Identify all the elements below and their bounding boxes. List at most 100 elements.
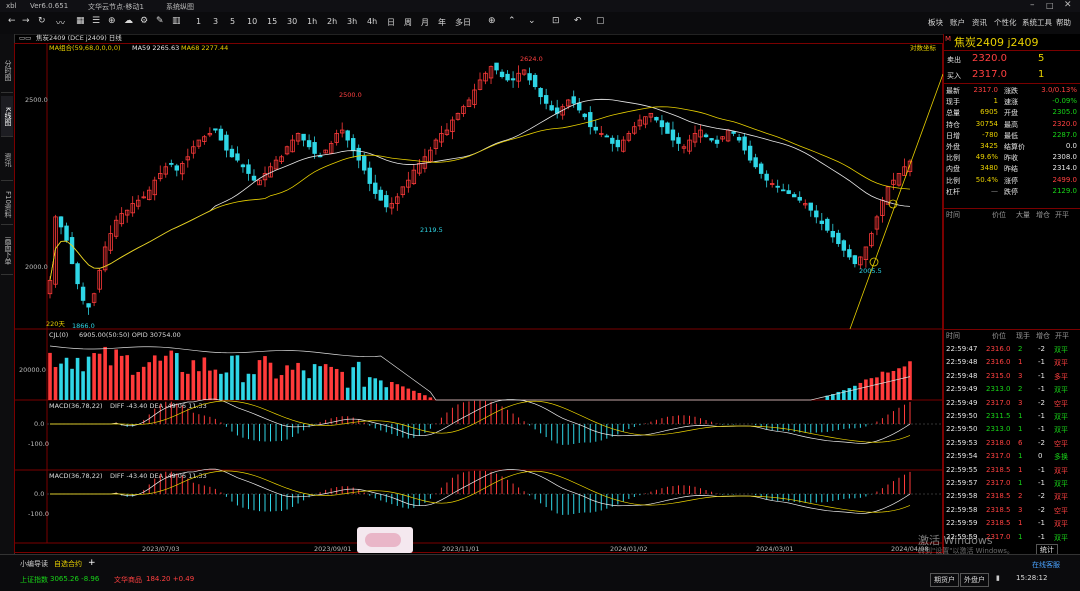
candle-body [312, 142, 317, 154]
tick-qty: 2 [1018, 492, 1023, 501]
ma59-line [49, 98, 911, 281]
macd1-y-neg100: -100.0 [28, 440, 49, 448]
period-7[interactable]: 2h [327, 17, 337, 26]
ma-combo-label[interactable]: MA组合(59,68,0,0,0,0) [49, 43, 121, 52]
quote-label2-3: 最高 [1004, 120, 1018, 129]
candle-body [836, 232, 841, 245]
tab-watchlist[interactable]: 自选合约 [54, 559, 82, 569]
tick-price: 2317.0 [986, 479, 1011, 487]
period-5[interactable]: 30 [287, 17, 297, 26]
period-0[interactable]: 1 [196, 17, 201, 26]
macd1-header: MACD(36,78,22) [49, 402, 103, 410]
candle-body [64, 225, 69, 241]
collapse-icon[interactable]: ⌃ [508, 16, 516, 26]
left-tab-2[interactable]: 资讯 [1, 140, 13, 181]
menu-item-2[interactable]: 资讯 [972, 17, 987, 28]
settings-icon[interactable]: ⚙ [140, 16, 148, 26]
lock-icon[interactable]: ⊡ [552, 16, 560, 26]
candle-body [577, 102, 582, 111]
quote-label2-6: 昨收 [1004, 154, 1018, 163]
period-13[interactable]: 年 [438, 17, 446, 28]
left-tab-1[interactable]: K线图 [1, 96, 13, 137]
refresh-icon[interactable]: ↻ [38, 16, 46, 26]
tick-qty: 1 [1018, 452, 1023, 461]
menu-item-4[interactable]: 系统工具 [1022, 17, 1052, 28]
floating-widget[interactable] [357, 527, 413, 553]
undo-icon[interactable]: ↶ [574, 16, 582, 26]
left-tab-3[interactable]: F10资料 [1, 184, 13, 225]
wh-index-label[interactable]: 文华商品 [114, 575, 142, 585]
quote-divider [944, 50, 1080, 51]
period-9[interactable]: 4h [367, 17, 377, 26]
tick-price: 2317.0 [986, 452, 1011, 461]
tab-reader[interactable]: 小编导读 [20, 559, 48, 569]
quote-value2-4: 2287.0 [1052, 130, 1078, 139]
zoom-in-icon[interactable]: ⊕ [488, 16, 496, 26]
add-tab-button[interactable]: + [88, 558, 96, 568]
period-8[interactable]: 3h [347, 17, 357, 26]
grid-icon[interactable]: ▦ [76, 16, 85, 26]
volume-header: CJL(0) [49, 331, 68, 339]
minimize-icon[interactable]: – [1030, 0, 1035, 10]
close-icon[interactable]: ✕ [1064, 0, 1072, 10]
quote-value2-8: 2499.0 [1052, 175, 1078, 184]
quote-value-9: — [991, 186, 998, 195]
back-icon[interactable]: ← [8, 16, 16, 26]
chart-toolbar-icons[interactable]: ▭▭ [19, 34, 31, 42]
candle-body [174, 165, 179, 171]
futures-account-button[interactable]: 期货户 [930, 573, 959, 587]
overseas-account-button[interactable]: 外盘户 [960, 573, 989, 587]
chart-line-icon[interactable]: 〰 [56, 16, 65, 29]
tick-price: 2318.5 [986, 505, 1011, 514]
chart-area[interactable]: ▭▭ 焦炭2409 (DCE j2409) 日线MA组合(59,68,0,0,0,… [14, 34, 943, 554]
menu-item-0[interactable]: 板块 [928, 17, 943, 28]
sell-price[interactable]: 2320.0 [972, 53, 1007, 64]
left-tab-4[interactable]: 画面下单 [1, 228, 13, 275]
volume-bar [268, 362, 273, 400]
candle-body [665, 122, 670, 134]
period-6[interactable]: 1h [307, 17, 317, 26]
indicator-icon[interactable]: ⊕ [108, 16, 116, 26]
draw-icon[interactable]: ✎ [156, 16, 164, 26]
period-10[interactable]: 日 [387, 17, 395, 28]
cloud-icon[interactable]: ☁ [124, 16, 133, 26]
quote-label-6: 比例 [946, 154, 960, 163]
log-scale-toggle[interactable]: 对数坐标 [910, 43, 937, 52]
period-11[interactable]: 周 [404, 17, 412, 28]
menu-item-5[interactable]: 帮助 [1056, 17, 1071, 28]
period-1[interactable]: 3 [213, 17, 218, 26]
volume-bar [329, 366, 333, 400]
period-3[interactable]: 10 [247, 17, 257, 26]
candle-body [505, 73, 510, 81]
period-14[interactable]: 多日 [455, 17, 471, 28]
sh-index-label[interactable]: 上证指数 [20, 575, 48, 585]
online-service-link[interactable]: 在线客服 [1032, 560, 1060, 570]
tick-header2-4: 开平 [1055, 332, 1069, 340]
candle-body [213, 128, 218, 131]
menu-item-3[interactable]: 个性化 [994, 17, 1017, 28]
candle-body [373, 182, 378, 194]
candle-body [69, 237, 75, 265]
menu-item-1[interactable]: 账户 [950, 17, 965, 28]
volume-bar [235, 355, 240, 400]
period-12[interactable]: 月 [421, 17, 429, 28]
square-icon[interactable]: ▢ [596, 16, 605, 26]
volume-bar [897, 368, 901, 400]
period-2[interactable]: 5 [230, 17, 235, 26]
layout-name[interactable]: 系统纵图 [166, 2, 194, 12]
annotation-days: 220天 [46, 320, 65, 328]
tick-type: 双平 [1054, 359, 1068, 368]
period-4[interactable]: 15 [267, 17, 277, 26]
bars-icon[interactable]: ▥ [172, 16, 181, 26]
sell-label: 卖出 [947, 56, 961, 64]
list-icon[interactable]: ☰ [92, 16, 100, 26]
quote-label-0: 最新 [946, 87, 960, 95]
expand-icon[interactable]: ⌄ [528, 16, 536, 26]
left-tab-0[interactable]: 分时图 [1, 48, 13, 93]
app-version: Ver6.0.651 [30, 2, 69, 10]
server-node[interactable]: 文华云节点-移动1 [88, 2, 144, 12]
maximize-icon[interactable]: □ [1046, 1, 1054, 10]
candle-body [764, 173, 769, 181]
buy-price[interactable]: 2317.0 [972, 69, 1007, 80]
forward-icon[interactable]: → [22, 16, 30, 26]
